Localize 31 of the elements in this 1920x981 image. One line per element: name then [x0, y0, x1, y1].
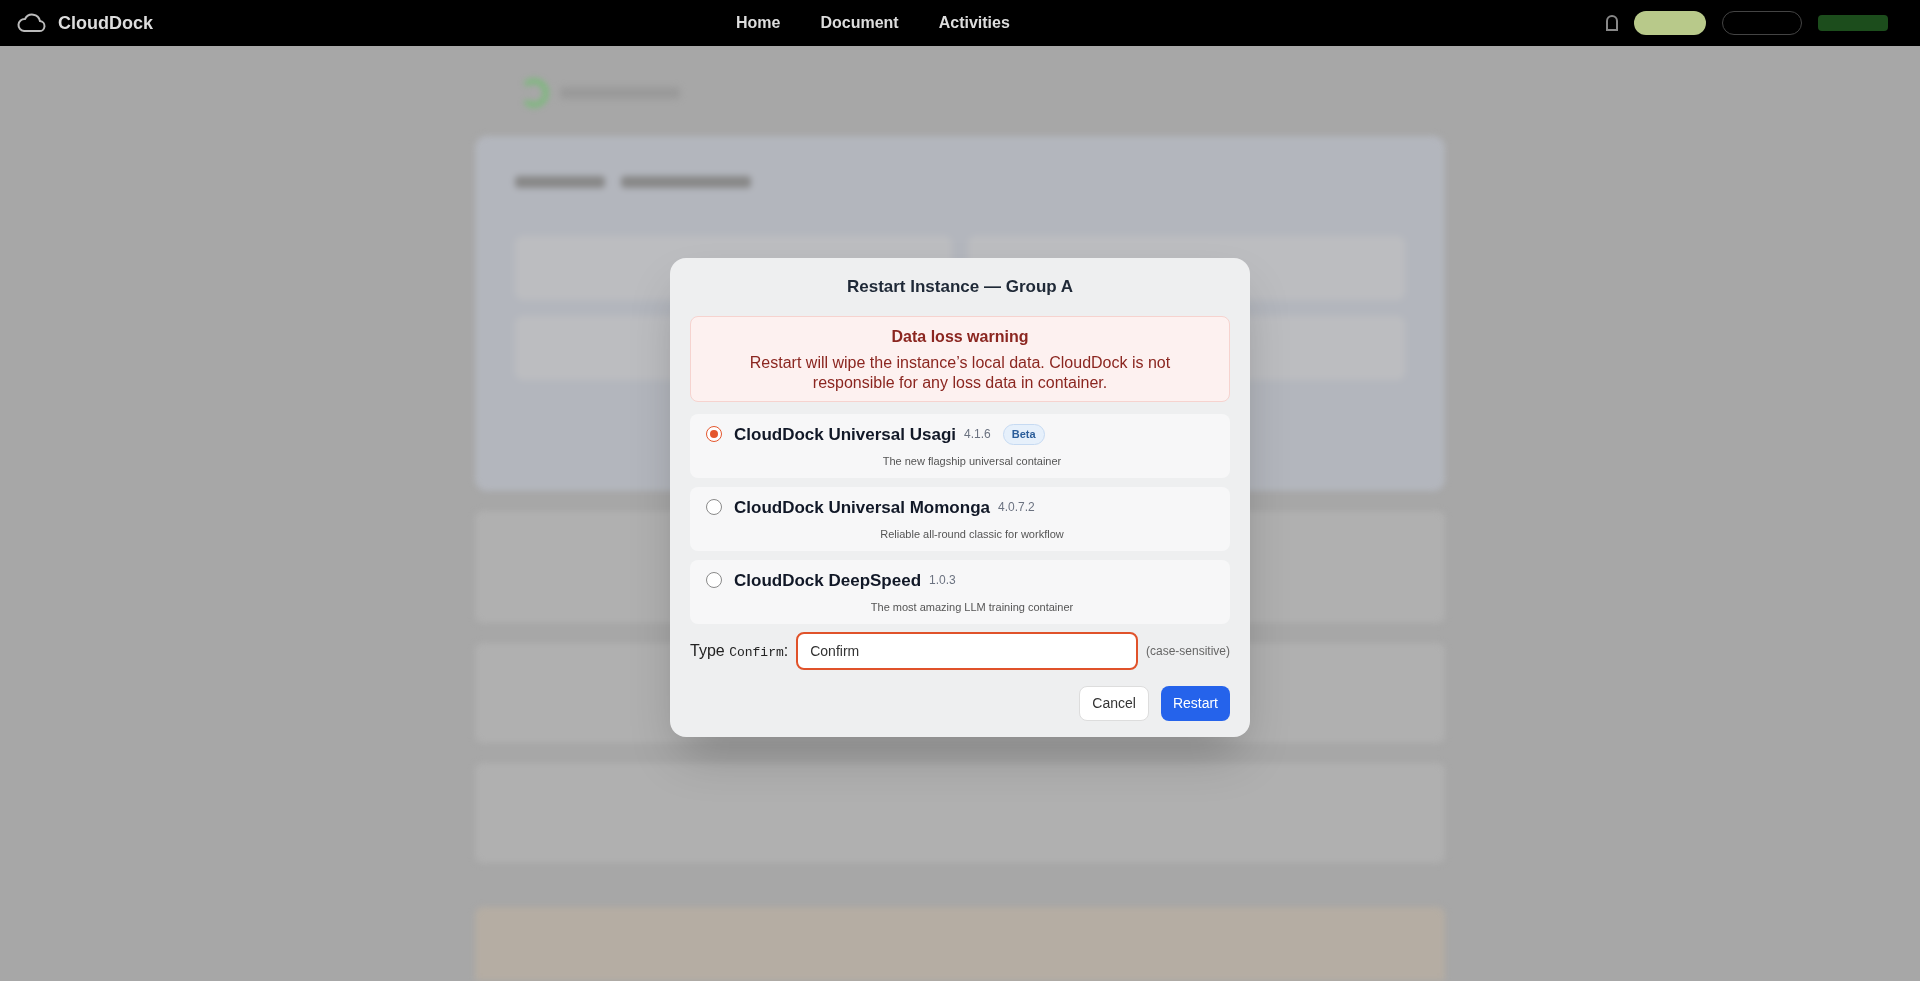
- option-version: 4.0.7.2: [998, 499, 1035, 516]
- option-description: The new flagship universal container: [882, 454, 1062, 469]
- radio-button[interactable]: [706, 572, 722, 589]
- option-version: 1.0.3: [929, 572, 956, 589]
- balance-pill: [1818, 15, 1888, 31]
- dialog-title: Restart Instance — Group A: [845, 276, 1075, 298]
- warning-title: Data loss warning: [891, 326, 1029, 347]
- option-version: 4.1.6: [964, 426, 991, 443]
- option-name: CloudDock Universal Momonga: [734, 496, 990, 519]
- container-option[interactable]: CloudDock DeepSpeed 1.0.3 The most amazing LLM training container: [690, 559, 1230, 624]
- confirm-input[interactable]: Confirm: [796, 631, 1138, 670]
- nav-link[interactable]: Home: [736, 11, 781, 35]
- nav-link[interactable]: Document: [820, 11, 899, 35]
- option-name: CloudDock Universal Usagi: [734, 423, 956, 446]
- nav-link[interactable]: Activities: [938, 11, 1010, 35]
- radio-button[interactable]: [706, 499, 722, 516]
- beta-badge: Beta: [1002, 424, 1045, 445]
- cancel-button[interactable]: Cancel: [1079, 685, 1149, 721]
- hint-text: (case-sensitive): [1145, 642, 1230, 660]
- cloud-icon: [16, 11, 46, 35]
- radio-button[interactable]: [706, 426, 722, 443]
- warning-text: Restart will wipe the instance’s local data. CloudDock is not responsible for any loss data in container.: [748, 352, 1172, 393]
- option-name: CloudDock DeepSpeed: [734, 569, 922, 592]
- option-description: Reliable all-round classic for workflow: [880, 527, 1064, 542]
- container-option[interactable]: CloudDock Universal Momonga 4.0.7.2 Reliable all-round classic for workflow: [690, 486, 1230, 551]
- credit-pill[interactable]: [1634, 11, 1706, 35]
- option-description: The most amazing LLM training container: [870, 600, 1074, 615]
- container-option[interactable]: CloudDock Universal Usagi 4.1.6 Beta The new flagship universal container: [690, 413, 1230, 478]
- brand-name[interactable]: CloudDock: [58, 9, 153, 37]
- restart-button[interactable]: Restart: [1160, 685, 1230, 721]
- bell-icon[interactable]: [1606, 15, 1618, 31]
